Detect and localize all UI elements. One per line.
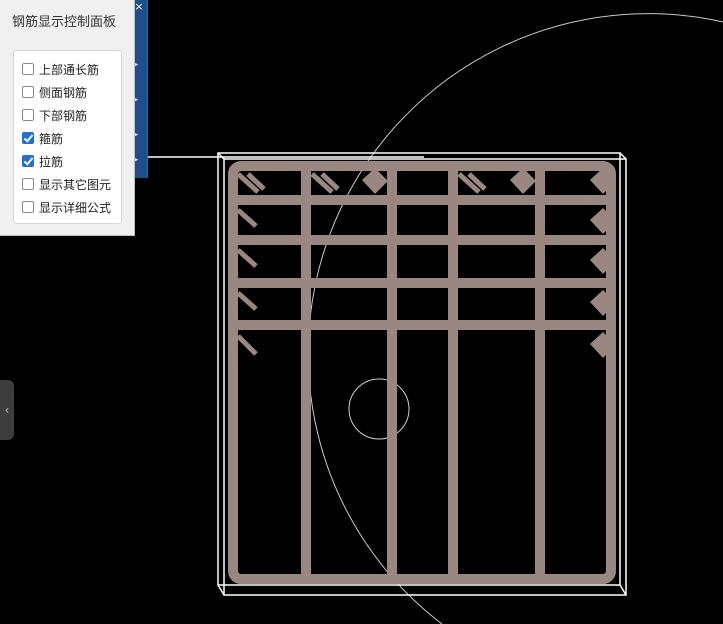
- option-tie[interactable]: 拉筋: [22, 151, 63, 171]
- beam-outline: [147, 152, 627, 596]
- option-bottom-rebar[interactable]: 下部钢筋: [22, 105, 87, 125]
- checkbox[interactable]: [22, 109, 34, 121]
- option-label: 上部通长筋: [39, 62, 100, 77]
- reference-arc: [307, 13, 723, 624]
- option-top-continuous-rebar[interactable]: 上部通长筋: [22, 59, 99, 79]
- checkbox[interactable]: [22, 201, 34, 213]
- option-label: 侧面钢筋: [39, 85, 88, 100]
- option-list: 上部通长筋 侧面钢筋 下部钢筋 箍筋 拉筋 显示其它图元 显示详细公式: [13, 50, 122, 224]
- reference-circle: [348, 378, 410, 440]
- option-stirrup[interactable]: 箍筋: [22, 128, 63, 148]
- checkbox[interactable]: [22, 178, 34, 190]
- stirrup-group: [228, 161, 616, 584]
- option-label: 显示其它图元: [39, 177, 112, 192]
- stirrup-outer: [228, 161, 616, 584]
- checkbox[interactable]: [22, 155, 34, 167]
- option-label: 箍筋: [39, 131, 64, 146]
- option-label: 拉筋: [39, 154, 64, 169]
- tie-group: [233, 195, 611, 330]
- option-label: 显示详细公式: [39, 200, 112, 215]
- option-show-other-elements[interactable]: 显示其它图元: [22, 174, 111, 194]
- option-side-rebar[interactable]: 侧面钢筋: [22, 82, 87, 102]
- rebar-display-control-panel: 钢筋显示控制面板 上部通长筋 侧面钢筋 下部钢筋 箍筋 拉筋 显示其它图元 显示…: [0, 0, 135, 236]
- checkbox[interactable]: [22, 132, 34, 144]
- collapse-tab[interactable]: ‹: [0, 380, 14, 440]
- panel-title: 钢筋显示控制面板: [12, 15, 117, 30]
- option-show-detailed-formula[interactable]: 显示详细公式: [22, 197, 111, 217]
- checkbox[interactable]: [22, 63, 34, 75]
- checkbox[interactable]: [22, 86, 34, 98]
- chevron-left-icon: ‹: [4, 403, 10, 417]
- option-label: 下部钢筋: [39, 108, 88, 123]
